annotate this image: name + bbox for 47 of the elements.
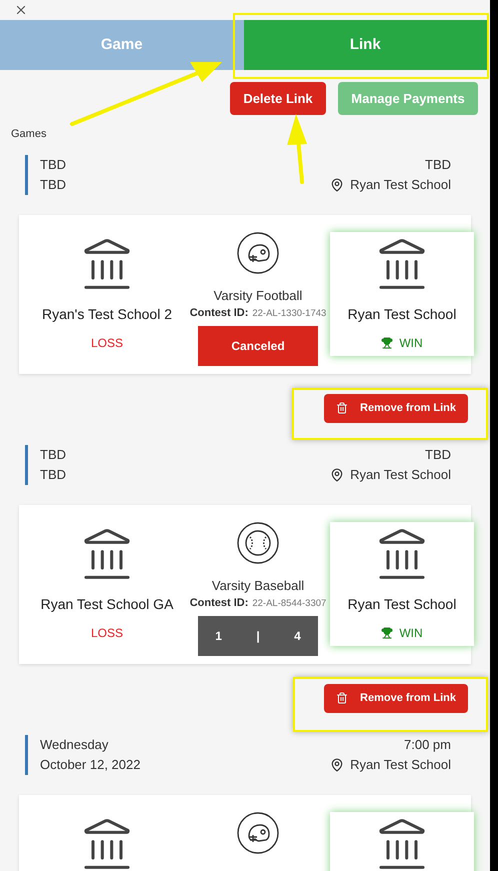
contest-id-label: Contest ID: (190, 596, 248, 611)
contest-id: 22-AL-8544-3307 (252, 597, 326, 611)
date-text: TBD (40, 446, 66, 464)
section-title: Games (11, 127, 48, 142)
team-name: Ryan Test School (348, 594, 456, 614)
location-pin-icon (330, 468, 344, 482)
result-label: WIN (399, 624, 423, 642)
time-text: TBD (425, 156, 451, 174)
trophy-icon (381, 336, 394, 348)
team-name: Ryan Test School (348, 304, 456, 324)
close-icon[interactable] (14, 3, 28, 17)
sport-name: Varsity Football (214, 286, 302, 305)
helmet-icon (237, 812, 279, 854)
team-name: Ryan's Test School 2 (42, 304, 172, 324)
remove-from-link-button[interactable]: Remove from Link (324, 684, 468, 712)
location-text: Ryan Test School (350, 466, 451, 484)
date-text: TBD (40, 156, 66, 174)
score-separator: | (256, 628, 260, 644)
time-text: TBD (425, 446, 451, 464)
location-pin-icon (330, 758, 344, 772)
trophy-icon (381, 626, 394, 638)
remove-from-link-button[interactable]: Remove from Link (324, 394, 468, 422)
sport-name: Varsity Baseball (212, 576, 304, 595)
helmet-icon (237, 232, 279, 274)
location-text: Ryan Test School (350, 756, 451, 774)
baseball-icon (237, 522, 279, 564)
trash-icon (336, 692, 348, 704)
result-label: LOSS (90, 624, 123, 642)
status-banner: Canceled (198, 326, 318, 366)
location-text: Ryan Test School (350, 176, 451, 194)
contest-id: 22-AL-1330-1743 (252, 307, 326, 321)
date-text: October 12, 2022 (40, 756, 140, 774)
team-name: Ryan Test School GA (40, 594, 174, 614)
time-text: 7:00 pm (404, 736, 451, 754)
annotation-arrow (287, 114, 307, 184)
date-text: Wednesday (40, 736, 110, 754)
date-text: TBD (40, 176, 66, 194)
home-score: 1 (215, 628, 222, 644)
result-label: LOSS (90, 334, 123, 352)
trash-icon (336, 402, 348, 414)
tab[interactable]: Link (244, 20, 487, 70)
result-label: WIN (399, 334, 423, 352)
away-score: 4 (294, 628, 301, 644)
contest-id-label: Contest ID: (190, 306, 248, 321)
location-pin-icon (330, 178, 344, 192)
delete-link-button[interactable]: Delete Link (230, 82, 326, 115)
date-text: TBD (40, 466, 66, 484)
